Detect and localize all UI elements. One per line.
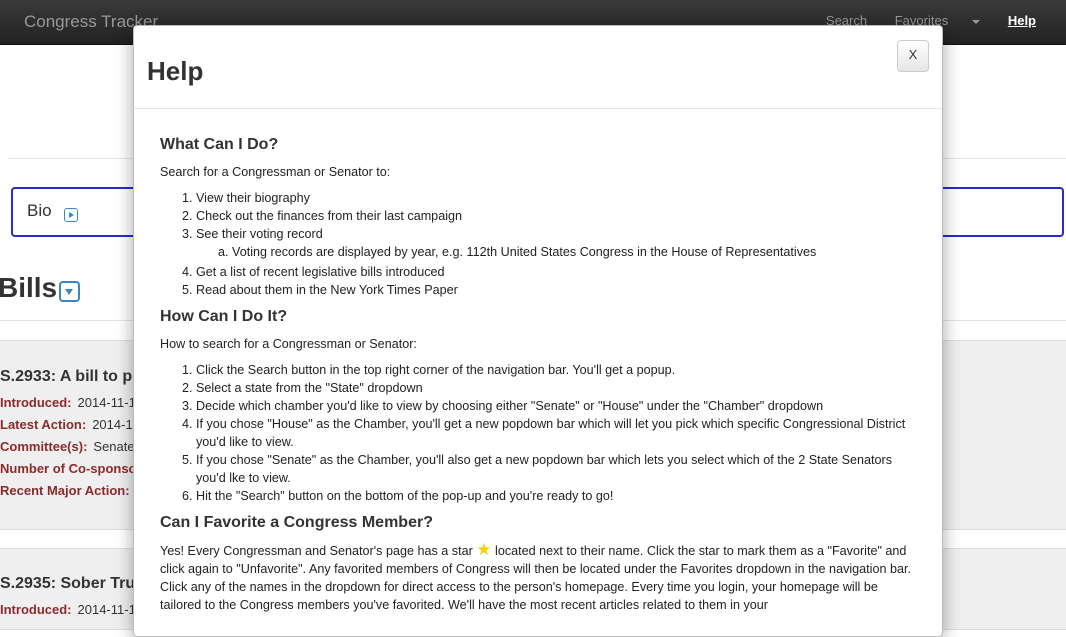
list-item: Hit the "Search" button on the bottom of… xyxy=(196,487,920,505)
how-list: Click the Search button in the top right… xyxy=(160,361,920,505)
section-heading: Can I Favorite a Congress Member? xyxy=(160,514,433,531)
list-item: If you chose "House" as the Chamber, you… xyxy=(196,415,920,451)
list-item: See their voting record Voting records a… xyxy=(196,225,920,261)
list-item: Click the Search button in the top right… xyxy=(196,361,920,379)
favorite-paragraph: Yes! Every Congressman and Senator's pag… xyxy=(160,541,920,614)
close-button[interactable]: X xyxy=(897,40,929,72)
list-item: If you chose "Senate" as the Chamber, yo… xyxy=(196,451,920,487)
sub-list-item: Voting records are displayed by year, e.… xyxy=(232,243,920,261)
list-item: Read about them in the New York Times Pa… xyxy=(196,281,920,299)
section-intro: How to search for a Congressman or Senat… xyxy=(160,337,417,351)
modal-title: Help xyxy=(147,56,204,86)
section-intro: Search for a Congressman or Senator to: xyxy=(160,165,391,179)
help-modal: Help X What Can I Do? Search for a Congr… xyxy=(133,25,943,637)
paragraph-text: Yes! Every Congressman and Senator's pag… xyxy=(160,544,477,558)
what-list: View their biography Check out the finan… xyxy=(160,189,920,299)
list-item-text: See their voting record xyxy=(196,227,323,241)
section-heading: What Can I Do? xyxy=(160,136,279,153)
modal-header: Help X xyxy=(134,26,942,109)
list-item: Decide which chamber you'd like to view … xyxy=(196,397,920,415)
list-item: Select a state from the "State" dropdown xyxy=(196,379,920,397)
sub-list: Voting records are displayed by year, e.… xyxy=(196,243,920,261)
modal-body: What Can I Do? Search for a Congressman … xyxy=(160,136,920,622)
list-item: Check out the finances from their last c… xyxy=(196,207,920,225)
list-item: Get a list of recent legislative bills i… xyxy=(196,263,920,281)
section-heading: How Can I Do It? xyxy=(160,308,288,325)
list-item: View their biography xyxy=(196,189,920,207)
star-icon: ★ xyxy=(476,540,492,559)
